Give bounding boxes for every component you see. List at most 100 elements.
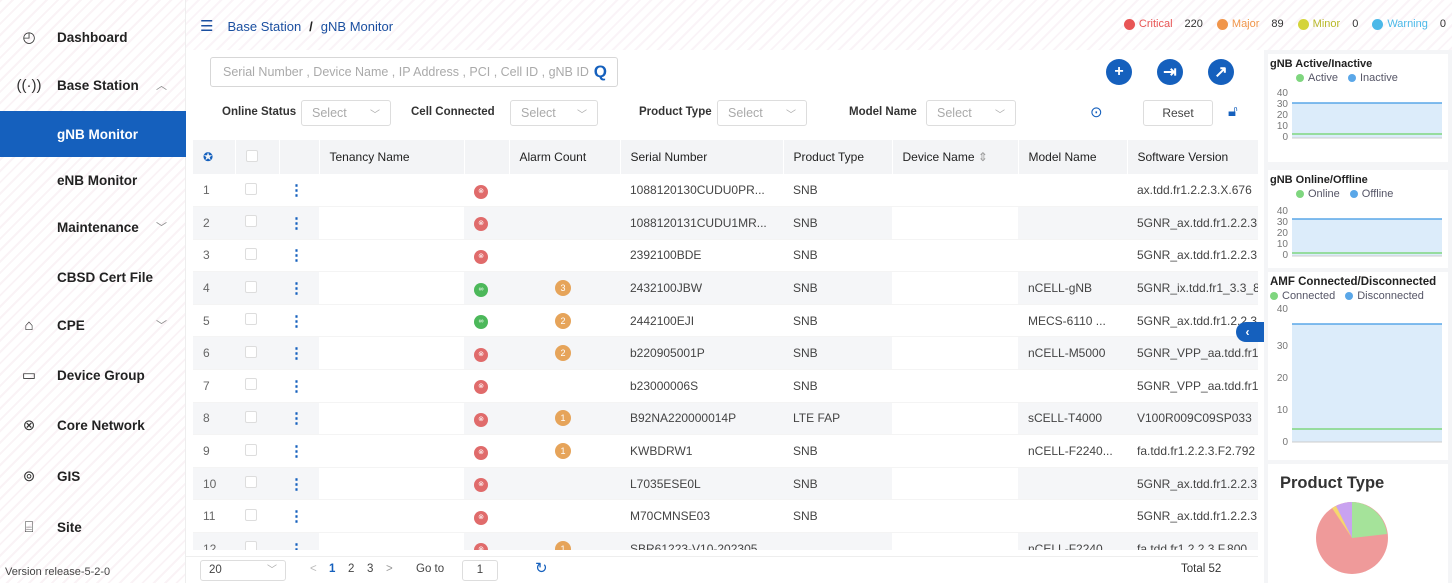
row-actions-icon[interactable]: ⋮ (279, 434, 319, 468)
sidebar-item-dashboard[interactable]: ◴ Dashboard (0, 14, 186, 60)
menu-toggle-icon[interactable]: ☰ (200, 17, 213, 35)
select-all-checkbox[interactable] (235, 140, 280, 174)
row-actions-icon[interactable]: ⋮ (279, 174, 319, 208)
sidebar-item-base-station[interactable]: ((·)) Base Station ︿ (0, 62, 186, 108)
alarm-count-badge[interactable]: 1 (555, 540, 571, 550)
row-checkbox[interactable] (235, 402, 279, 436)
prev-page-icon[interactable]: < (310, 563, 317, 575)
header-device-name[interactable]: Device Name ⇕ (892, 140, 1019, 174)
row-actions-icon[interactable]: ⋮ (279, 271, 319, 305)
row-checkbox[interactable] (235, 271, 279, 305)
header-serial-number[interactable]: Serial Number (620, 140, 784, 174)
serial-number-cell[interactable]: B92NA220000014P (620, 402, 783, 436)
row-actions-icon[interactable]: ⋮ (279, 402, 319, 436)
table-row[interactable]: 3 ⋮ ⊗ 2392100BDE SNB 5GNR_ax.tdd.fr1.2.2.3 (193, 239, 1258, 273)
row-actions-icon[interactable]: ⋮ (279, 499, 319, 534)
legend-inactive[interactable]: Inactive (1347, 72, 1398, 84)
sidebar-item-gnb-monitor[interactable]: gNB Monitor (0, 111, 186, 157)
legend-active[interactable]: Active (1296, 72, 1338, 84)
serial-number-cell[interactable]: 2432100JBW (620, 271, 783, 305)
alarm-count-badge[interactable]: 1 (555, 443, 571, 460)
import-button[interactable]: ⇥ (1157, 59, 1183, 85)
next-page-icon[interactable]: > (386, 563, 393, 575)
serial-number-cell[interactable]: KWBDRW1 (620, 434, 783, 468)
goto-input[interactable]: 1 (462, 560, 498, 581)
table-row[interactable]: 4 ⋮ ∞ 3 2432100JBW SNB nCELL-gNB 5GNR_ix.tdd.fr… (193, 271, 1258, 305)
alarm-warning[interactable]: Warning 0 (1372, 18, 1446, 30)
column-settings-icon[interactable]: ✪ (193, 140, 236, 174)
alarm-major[interactable]: Major 89 (1216, 18, 1284, 30)
serial-number-cell[interactable]: 2442100EJI (620, 304, 783, 338)
breadcrumb-parent[interactable]: Base Station (227, 19, 301, 34)
row-checkbox[interactable] (235, 434, 279, 468)
row-actions-icon[interactable]: ⋮ (279, 206, 319, 240)
serial-number-cell[interactable]: 2392100BDE (620, 239, 783, 273)
row-checkbox[interactable] (235, 532, 279, 550)
sort-icon[interactable]: ⇕ (978, 150, 988, 164)
legend-connected[interactable]: Connected (1270, 290, 1335, 302)
row-checkbox[interactable] (235, 206, 279, 240)
row-actions-icon[interactable]: ⋮ (279, 369, 319, 403)
row-checkbox[interactable] (235, 174, 279, 208)
row-actions-icon[interactable]: ⋮ (279, 239, 319, 273)
sidebar-item-core-network[interactable]: ⊗ Core Network (0, 402, 186, 448)
sidebar-item-site[interactable]: ⌸ Site (0, 504, 186, 550)
alarm-count-badge[interactable]: 2 (555, 345, 571, 362)
reset-button[interactable]: Reset (1143, 100, 1213, 126)
page-size-select[interactable]: 20 ﹀ (200, 560, 286, 581)
row-checkbox[interactable] (235, 336, 279, 371)
alarm-minor[interactable]: Minor 0 (1297, 18, 1358, 30)
sidebar-item-enb-monitor[interactable]: eNB Monitor (0, 157, 186, 203)
page-3[interactable]: 3 (367, 563, 373, 575)
sidebar-item-cbsd-cert-file[interactable]: CBSD Cert File (0, 254, 186, 300)
header-software-version[interactable]: Software Version (1127, 140, 1258, 174)
table-row[interactable]: 2 ⋮ ⊗ 1088120131CUDU1MR... SNB 5GNR_ax.tdd.fr… (193, 206, 1258, 240)
table-row[interactable]: 9 ⋮ ⊗ 1 KWBDRW1 SNB nCELL-F2240... fa.tdd.fr1.2… (193, 434, 1258, 468)
alarm-count-badge[interactable]: 1 (555, 410, 571, 427)
expand-filter-icon[interactable]: ⊙ (1090, 103, 1103, 121)
table-row[interactable]: 12 ⋮ ⊗ 1 SBR61223-V10-202305 nCELL-F2240 fa.td… (193, 532, 1258, 550)
page-2[interactable]: 2 (348, 563, 354, 575)
add-button[interactable]: + (1106, 59, 1132, 85)
sidebar-item-maintenance[interactable]: Maintenance ﹀ (0, 204, 186, 250)
alarm-count-badge[interactable]: 2 (555, 312, 571, 329)
serial-number-cell[interactable]: b220905001P (620, 336, 783, 371)
row-actions-icon[interactable]: ⋮ (279, 336, 319, 371)
table-row[interactable]: 5 ⋮ ∞ 2 2442100EJI SNB MECS-6110 ... 5GNR_ax.td… (193, 304, 1258, 338)
export-button[interactable]: ↗ (1208, 59, 1234, 85)
table-row[interactable]: 11 ⋮ ⊗ M70CMNSE03 SNB 5GNR_ax.tdd.fr1.2.2.3 (193, 499, 1258, 534)
row-checkbox[interactable] (235, 467, 279, 501)
row-actions-icon[interactable]: ⋮ (279, 304, 319, 338)
serial-number-cell[interactable]: M70CMNSE03 (620, 499, 783, 534)
legend-disconnected[interactable]: Disconnected (1345, 290, 1424, 302)
model-name-select[interactable]: Select ﹀ (926, 100, 1016, 126)
table-row[interactable]: 10 ⋮ ⊗ L7035ESE0L SNB 5GNR_ax.tdd.fr1.2.2.3 (193, 467, 1258, 501)
serial-number-cell[interactable]: 1088120130CUDU0PR... (620, 174, 783, 208)
row-actions-icon[interactable]: ⋮ (279, 532, 319, 550)
serial-number-cell[interactable]: SBR61223-V10-202305 (620, 532, 783, 550)
online-status-select[interactable]: Select ﹀ (301, 100, 391, 126)
row-checkbox[interactable] (235, 499, 279, 534)
row-actions-icon[interactable]: ⋮ (279, 467, 319, 501)
table-row[interactable]: 6 ⋮ ⊗ 2 b220905001P SNB nCELL-M5000 5GNR_VPP_aa… (193, 336, 1258, 371)
row-checkbox[interactable] (235, 239, 279, 273)
sidebar-item-gis[interactable]: ⊚ GIS (0, 453, 186, 499)
legend-offline[interactable]: Offline (1349, 188, 1393, 200)
refresh-icon[interactable]: ↻ (535, 559, 548, 577)
header-model-name[interactable]: Model Name (1018, 140, 1128, 174)
header-alarm-count[interactable]: Alarm Count (509, 140, 621, 174)
alarm-critical[interactable]: Critical 220 (1123, 18, 1203, 30)
unlock-icon[interactable]: 🔓︎ (1228, 103, 1238, 120)
row-checkbox[interactable] (235, 304, 279, 338)
product-type-select[interactable]: Select ﹀ (717, 100, 807, 126)
header-tenancy-name[interactable]: Tenancy Name (319, 140, 465, 174)
table-row[interactable]: 7 ⋮ ⊗ b23000006S SNB 5GNR_VPP_aa.tdd.fr1 (193, 369, 1258, 403)
cell-connected-select[interactable]: Select ﹀ (510, 100, 598, 126)
alarm-count-badge[interactable]: 3 (555, 280, 571, 297)
serial-number-cell[interactable]: b23000006S (620, 369, 783, 403)
table-row[interactable]: 8 ⋮ ⊗ 1 B92NA220000014P LTE FAP sCELL-T4000 V10… (193, 402, 1258, 436)
row-checkbox[interactable] (235, 369, 279, 403)
header-product-type[interactable]: Product Type (783, 140, 893, 174)
table-row[interactable]: 1 ⋮ ⊗ 1088120130CUDU0PR... SNB ax.tdd.fr1.2.2… (193, 174, 1258, 208)
search-icon[interactable]: Q (594, 62, 607, 82)
